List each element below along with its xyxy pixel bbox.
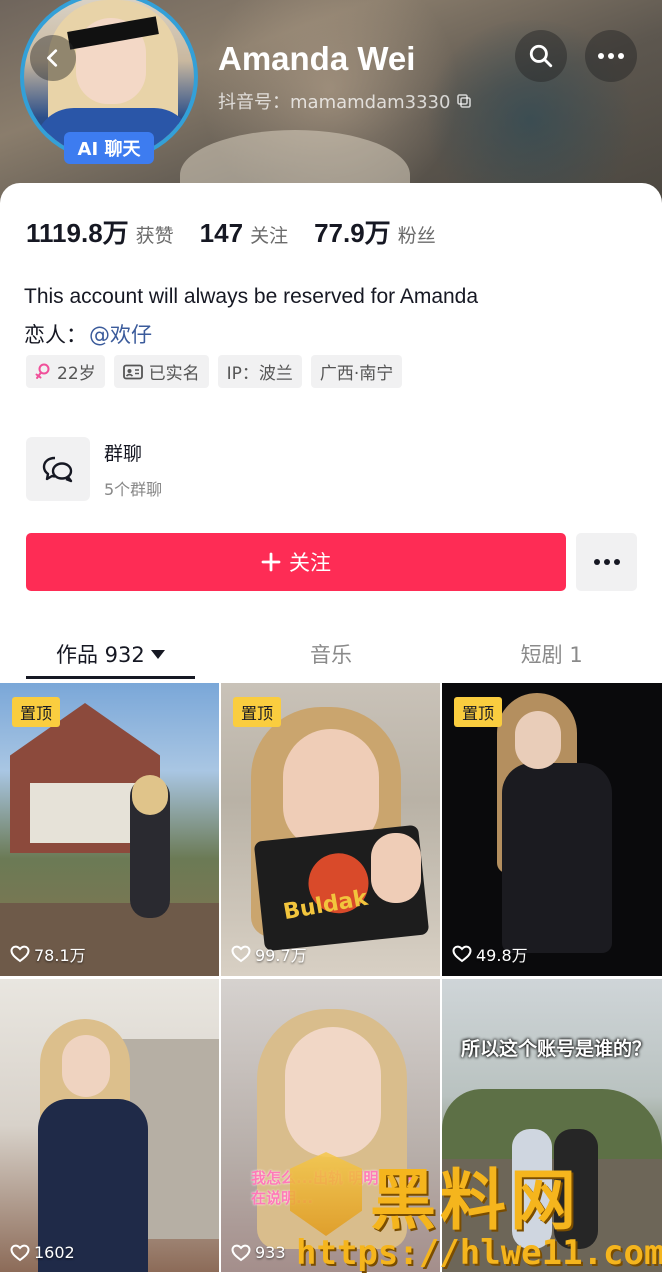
profile-bio: This account will always be reserved for… [24,285,479,308]
video-thumbnail[interactable]: 置顶 78.1万 [0,683,219,976]
like-count: 78.1万 [10,942,86,966]
chevron-left-icon [47,49,58,67]
tab-music[interactable]: 音乐 [221,629,442,679]
video-thumbnail[interactable]: 置顶 49.8万 [442,683,662,976]
tag-location: 广西·南宁 [310,355,403,388]
watermark-text: 黑料网 [370,1162,580,1239]
stat-likes[interactable]: 1119.8万 获赞 [26,213,174,250]
search-icon [529,44,553,68]
video-caption: 所以这个账号是谁的？ [460,1038,651,1060]
heart-icon [231,945,251,963]
lover-link[interactable]: @欢仔 [89,319,152,349]
more-horizontal-icon [598,53,624,59]
watermark: 黑料网 https://hlwe11.com [290,1147,662,1280]
tag-age: 22岁 [26,355,105,388]
like-count: 1602 [10,1243,75,1262]
back-button[interactable] [30,35,76,81]
caret-down-icon [150,649,165,659]
like-count: 99.7万 [231,942,307,966]
group-icon-box [26,437,90,501]
more-horizontal-icon [593,559,620,565]
follow-button[interactable]: 关注 [26,533,566,591]
plus-icon [261,552,281,572]
tab-short-drama[interactable]: 短剧 1 [441,629,662,679]
pinned-badge: 置顶 [233,697,282,727]
profile-stats: 1119.8万 获赞 147 关注 77.9万 粉丝 [26,213,436,250]
search-button[interactable] [515,30,567,82]
stat-following[interactable]: 147 关注 [200,218,288,249]
tag-verified: 已实名 [113,355,209,388]
like-count: 49.8万 [452,942,528,966]
video-thumbnail[interactable]: Buldak 置顶 99.7万 [221,683,440,976]
tag-ip: IP：波兰 [217,355,302,388]
more-button[interactable] [585,30,637,82]
like-count: 933 [231,1243,286,1262]
stat-followers[interactable]: 77.9万 粉丝 [314,213,436,250]
tab-works[interactable]: 作品 932 [0,629,221,679]
copy-icon[interactable] [456,93,472,109]
watermark-logo-icon [290,1152,362,1236]
id-card-icon [122,364,143,379]
follow-more-button[interactable] [576,533,637,591]
pinned-badge: 置顶 [12,697,61,727]
profile-name: Amanda Wei [218,40,416,77]
video-thumbnail[interactable]: 1602 [0,979,219,1272]
heart-icon [10,945,30,963]
pinned-badge: 置顶 [454,697,503,727]
douyin-id[interactable]: 抖音号：mamamdam3330 [218,88,472,114]
chat-bubbles-icon [42,456,73,483]
watermark-url: https://hlwe11.com [296,1233,662,1273]
lover-line: 恋人： @欢仔 [24,319,152,349]
content-tabs: 作品 932 音乐 短剧 1 [0,629,662,679]
heart-icon [452,945,472,963]
heart-icon [231,1244,251,1261]
gender-female-icon [35,363,50,379]
heart-icon [10,1244,30,1261]
profile-tags: 22岁 已实名 IP：波兰 广西·南宁 [26,355,403,388]
group-chat-entry[interactable]: 群聊 5个群聊 [26,437,162,501]
ai-chat-badge[interactable]: AI 聊天 [64,132,154,164]
